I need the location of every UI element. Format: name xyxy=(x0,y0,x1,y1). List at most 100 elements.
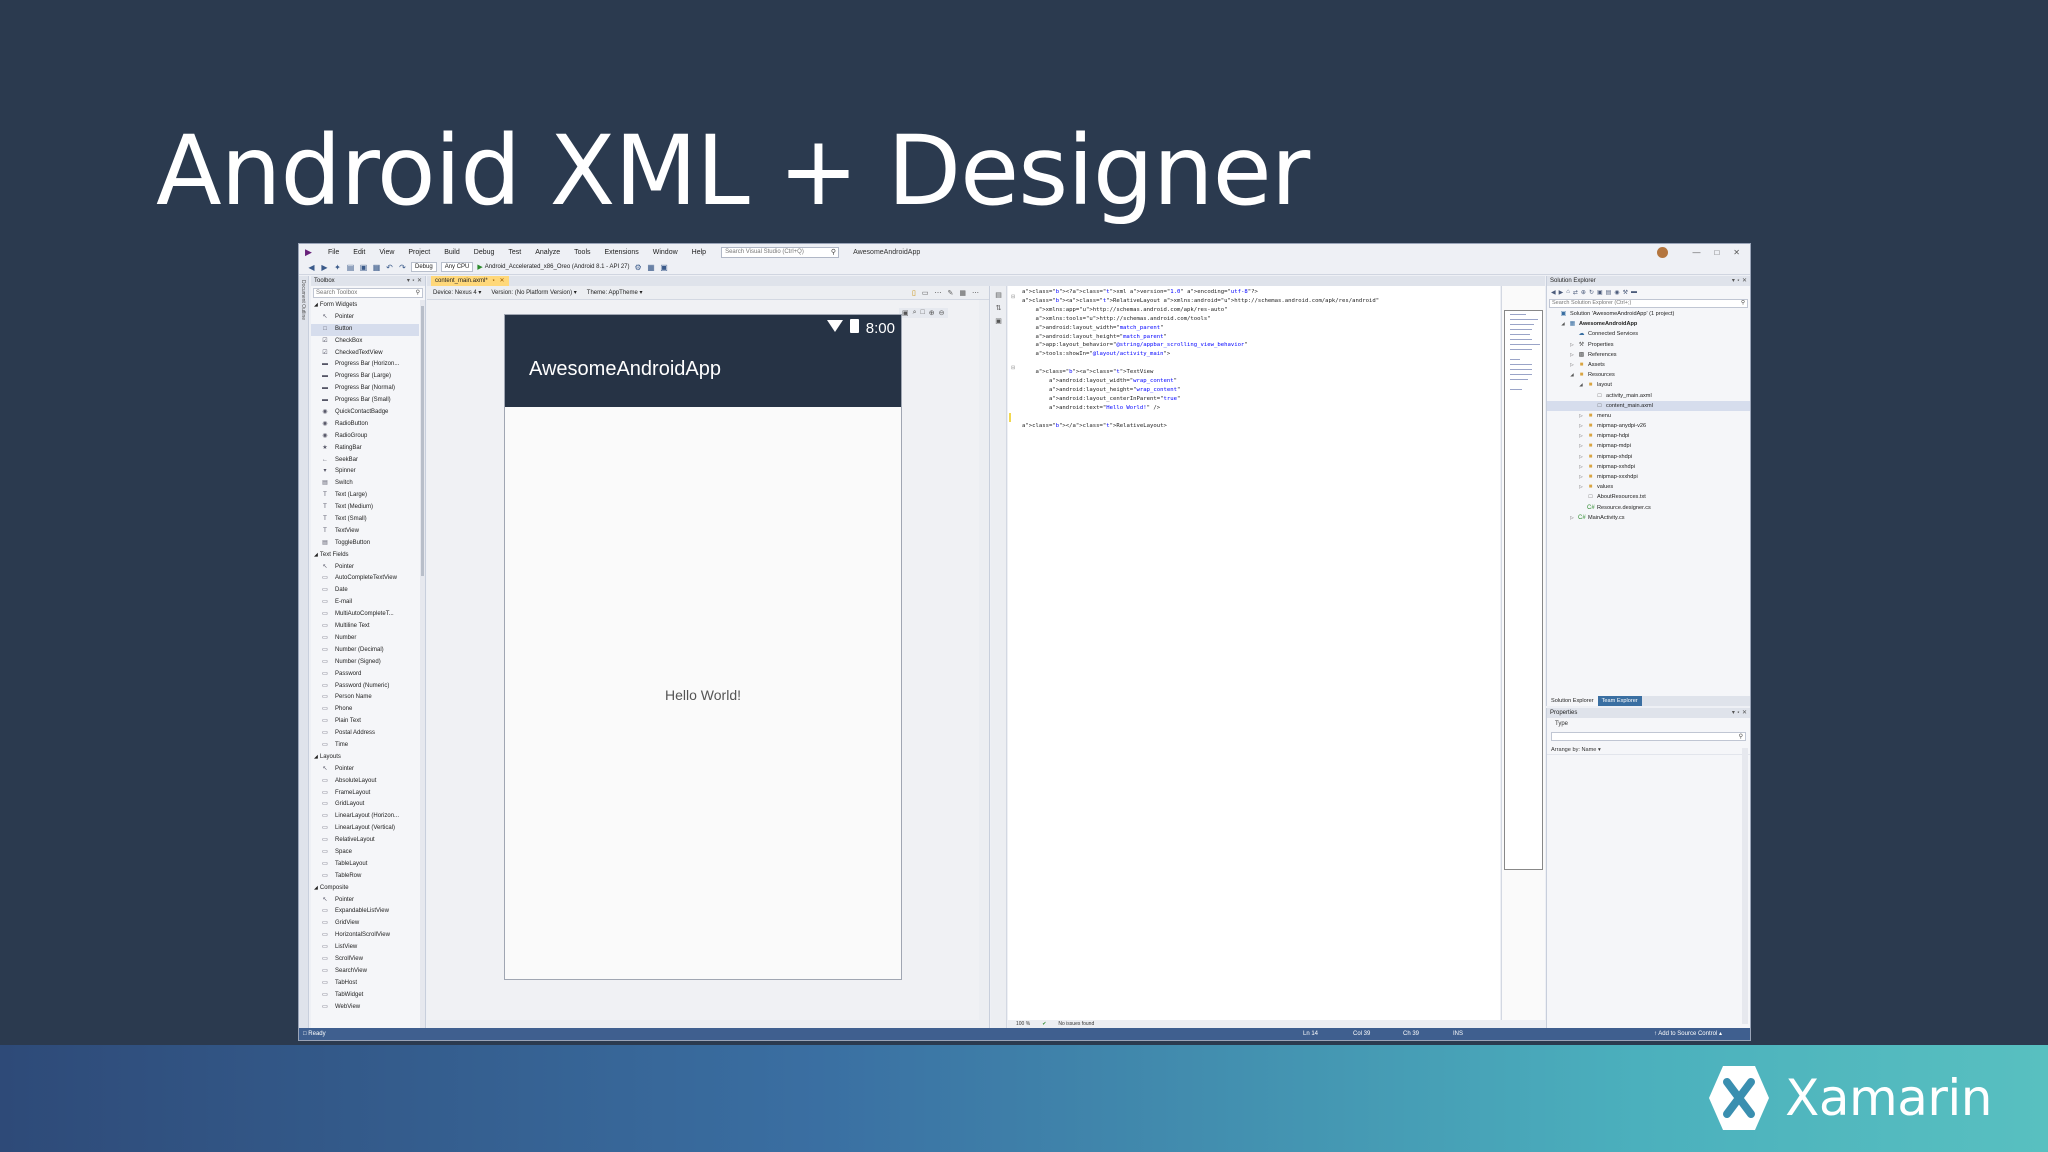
tree-item[interactable]: ▣ Solution 'AwesomeAndroidApp' (1 project… xyxy=(1547,309,1750,319)
toolbox-item[interactable]: T Text (Small) xyxy=(311,514,419,526)
toolbox-item[interactable]: ↖ Pointer xyxy=(311,895,419,907)
tree-item[interactable]: ▷ ⚒ Properties xyxy=(1547,340,1750,350)
source-control-button[interactable]: ↑ Add to Source Control ▴ xyxy=(1654,1028,1750,1040)
theme-selector[interactable]: Theme: AppTheme ▾ xyxy=(587,289,643,296)
expand-triangle-icon[interactable]: ◢ xyxy=(1560,319,1566,329)
tree-item[interactable]: ◢ ▦ AwesomeAndroidApp xyxy=(1547,319,1750,329)
undo-icon[interactable]: ↶ xyxy=(385,263,394,272)
minimize-icon[interactable]: — xyxy=(1692,248,1700,257)
save-all-icon[interactable]: ▦ xyxy=(372,263,381,272)
tree-item[interactable]: ◢ ■ Resources xyxy=(1547,370,1750,380)
code-line[interactable]: a">android:layout_width="match_parent" xyxy=(1022,324,1379,333)
toolbox-item[interactable]: ▭ Time xyxy=(311,740,419,752)
toolbox-item[interactable]: ▬ Progress Bar (Small) xyxy=(311,395,419,407)
tree-item[interactable]: ▷ ■ mipmap-xhdpi xyxy=(1547,452,1750,462)
configuration-select[interactable]: Debug xyxy=(411,262,437,272)
properties-search-input[interactable]: ⚲ xyxy=(1551,732,1746,741)
split-swap-icon[interactable]: ⇅ xyxy=(991,304,1006,312)
toolbox-item[interactable]: ▭ Person Name xyxy=(311,692,419,704)
expand-triangle-icon[interactable]: ▷ xyxy=(1578,452,1584,462)
tree-item[interactable]: C# Resource.designer.cs xyxy=(1547,503,1750,513)
tree-item[interactable]: ▷ ■ Assets xyxy=(1547,360,1750,370)
new-project-icon[interactable]: ✦ xyxy=(333,263,342,272)
toolbox-category[interactable]: ◢ Composite xyxy=(311,883,419,895)
toolbox-item[interactable]: ▭ WebView xyxy=(311,1002,419,1014)
code-line[interactable]: a">class="b"><a">class="t">TextView xyxy=(1022,368,1379,377)
toolbox-item[interactable]: ☑ CheckedTextView xyxy=(311,348,419,360)
toolbox-item[interactable]: ▭ HorizontalScrollView xyxy=(311,930,419,942)
wrench-icon[interactable]: ⚒ xyxy=(1623,289,1628,296)
toolbox-item[interactable]: ▾ Spinner xyxy=(311,466,419,478)
toolbox-item[interactable]: ◉ RadioButton xyxy=(311,419,419,431)
platform-select[interactable]: Any CPU xyxy=(440,262,474,272)
expand-triangle-icon[interactable]: ▷ xyxy=(1578,482,1584,492)
toolbox-item[interactable]: ▤ Switch xyxy=(311,478,419,490)
toolbox-item[interactable]: T TextView xyxy=(311,526,419,538)
collapse-icon[interactable]: ⊟ xyxy=(1011,294,1015,300)
vs-search-input[interactable]: Search Visual Studio (Ctrl+Q) ⚲ xyxy=(721,246,840,258)
toolbox-item[interactable]: ▭ GridLayout xyxy=(311,799,419,811)
panel-controls-icon[interactable]: ▾ ⋆ ✕ xyxy=(1732,708,1750,718)
expand-triangle-icon[interactable]: ▷ xyxy=(1569,513,1575,523)
zoom-in-icon[interactable]: ⊕ xyxy=(929,309,935,317)
save-icon[interactable]: ▣ xyxy=(359,263,368,272)
toolbox-item[interactable]: ▭ Password (Numeric) xyxy=(311,681,419,693)
menu-build[interactable]: Build xyxy=(437,249,467,256)
expand-triangle-icon[interactable]: ▷ xyxy=(1569,350,1575,360)
tree-item[interactable]: ▷ ■ mipmap-xxhdpi xyxy=(1547,462,1750,472)
tree-item[interactable]: ☁ Connected Services xyxy=(1547,329,1750,339)
tab-solution-explorer[interactable]: Solution Explorer xyxy=(1547,696,1598,706)
tree-item[interactable]: ▷ ■ values xyxy=(1547,482,1750,492)
menu-window[interactable]: Window xyxy=(646,249,685,256)
toolbox-item[interactable]: ▬ Progress Bar (Normal) xyxy=(311,383,419,395)
toolbox-item[interactable]: ▭ LinearLayout (Vertical) xyxy=(311,823,419,835)
overflow-icon[interactable]: ⋯ xyxy=(972,289,979,297)
toolbox-item[interactable]: ▭ Phone xyxy=(311,704,419,716)
toolbox-item[interactable]: ▭ Postal Address xyxy=(311,728,419,740)
menu-analyze[interactable]: Analyze xyxy=(528,249,567,256)
expand-triangle-icon[interactable]: ▷ xyxy=(1578,472,1584,482)
panel-controls-icon[interactable]: ▾ ⋆ ✕ xyxy=(1732,276,1750,286)
expand-triangle-icon[interactable]: ▷ xyxy=(1578,441,1584,451)
back-icon[interactable]: ◀ xyxy=(1551,289,1556,296)
tree-item[interactable]: ▷ ■ mipmap-hdpi xyxy=(1547,431,1750,441)
expand-triangle-icon[interactable]: ▷ xyxy=(1578,462,1584,472)
toolbox-item[interactable]: ▭ Password xyxy=(311,669,419,681)
menu-debug[interactable]: Debug xyxy=(467,249,502,256)
show-all-icon[interactable]: ▤ xyxy=(1606,289,1612,296)
code-line[interactable]: a">android:layout_centerInParent="true" xyxy=(1022,395,1379,404)
tree-item[interactable]: □ content_main.axml xyxy=(1547,400,1750,411)
code-line[interactable]: a">class="b"></a">class="t">RelativeLayo… xyxy=(1022,422,1379,431)
code-line[interactable]: a">app:layout_behavior="@string/appbar_s… xyxy=(1022,341,1379,350)
xml-editor[interactable]: ⊟ ⊟ a">class="b"><?a">class="t">xml a">v… xyxy=(1008,286,1500,1028)
expand-triangle-icon[interactable]: ▷ xyxy=(1569,360,1575,370)
tree-item[interactable]: ▷ ■ menu xyxy=(1547,411,1750,421)
pending-changes-icon[interactable]: ⊕ xyxy=(1581,289,1586,296)
toolbox-item[interactable]: ▭ TabWidget xyxy=(311,990,419,1002)
code-line[interactable]: a">class="b"><?a">class="t">xml a">versi… xyxy=(1022,288,1379,297)
home-icon[interactable]: ⌂ xyxy=(1566,289,1570,295)
tab-content-main[interactable]: content_main.axml* ⋆ ✕ xyxy=(431,276,509,286)
zoom-out-icon[interactable]: ⊖ xyxy=(939,309,945,317)
toolbox-item[interactable]: ▭ GridView xyxy=(311,918,419,930)
expand-triangle-icon[interactable]: ◢ xyxy=(314,302,318,308)
tree-item[interactable]: ▷ ■ mipmap-anydpi-v26 xyxy=(1547,421,1750,431)
scrollbar-thumb[interactable] xyxy=(421,306,424,576)
arrange-by-dropdown[interactable]: Arrange by: Name ▾ xyxy=(1547,745,1750,755)
pencil-icon[interactable]: ✎ xyxy=(948,289,954,297)
menu-help[interactable]: Help xyxy=(685,249,713,256)
zoom-actual-icon[interactable]: □ xyxy=(921,309,925,317)
toolbox-item[interactable]: T Text (Medium) xyxy=(311,502,419,514)
toolbox-item[interactable]: ▭ ScrollView xyxy=(311,954,419,966)
toolbox-item[interactable]: ▭ TabHost xyxy=(311,978,419,990)
properties-scrollbar[interactable] xyxy=(1742,748,1748,1024)
layout-icon[interactable]: ▣ xyxy=(660,263,669,272)
toolbox-item[interactable]: ▭ Space xyxy=(311,847,419,859)
toolbox-category[interactable]: ◢ Text Fields xyxy=(311,550,419,562)
toolbox-category[interactable]: ◢ Layouts xyxy=(311,752,419,764)
toolbox-item[interactable]: ▭ ExpandableListView xyxy=(311,906,419,918)
menu-test[interactable]: Test xyxy=(501,249,528,256)
code-line[interactable]: a">android:layout_height="match_parent" xyxy=(1022,333,1379,342)
toolbox-item[interactable]: ★ RatingBar xyxy=(311,443,419,455)
toolbox-item[interactable]: ▭ Number (Decimal) xyxy=(311,645,419,657)
